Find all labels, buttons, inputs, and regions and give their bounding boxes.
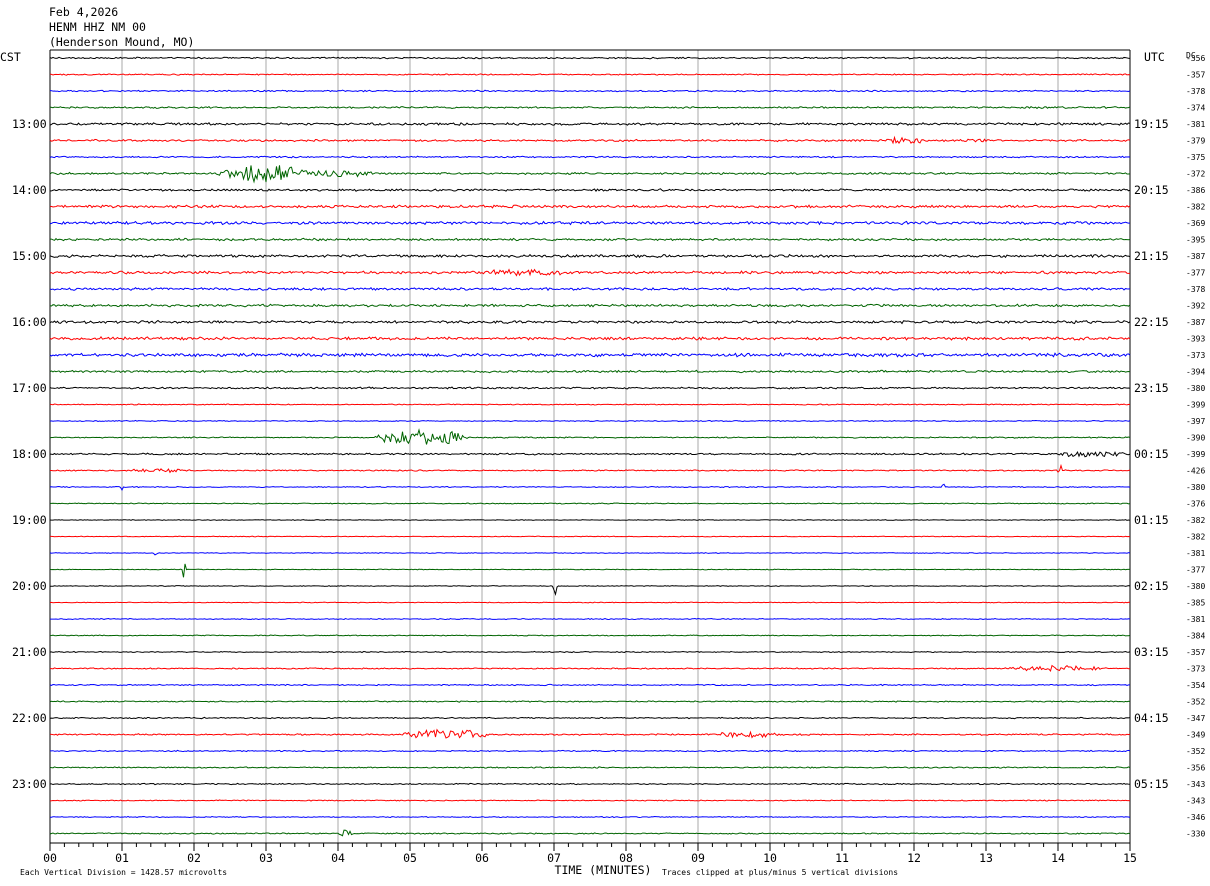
left-zone-label: CST (0, 50, 21, 64)
x-tick-label-14: 14 (1051, 851, 1065, 865)
cst-label-9: 22:00 (12, 711, 47, 725)
dc-offset-35: -384 (1186, 632, 1205, 641)
cst-label-6: 19:00 (12, 513, 47, 527)
dc-offset-20: -380 (1186, 384, 1205, 393)
trace-28 (49, 519, 1131, 521)
dc-offset-38: -354 (1186, 681, 1205, 690)
x-tick-label-11: 11 (835, 851, 849, 865)
cst-label-10: 23:00 (12, 777, 47, 791)
dc-offset-21: -399 (1186, 401, 1205, 410)
cst-label-7: 20:00 (12, 579, 47, 593)
dc-offset-46: -346 (1186, 813, 1205, 822)
utc-label-1: 20:15 (1134, 183, 1169, 197)
cst-label-0: 13:00 (12, 117, 47, 131)
dc-offset-2: -378 (1186, 87, 1205, 96)
header-date: Feb 4,2026 (49, 5, 118, 19)
cst-label-1: 14:00 (12, 183, 47, 197)
right-zone-label: UTC (1144, 50, 1165, 64)
dc-offset-26: -380 (1186, 483, 1205, 492)
dc-offset-40: -347 (1186, 714, 1205, 723)
dc-offset-25: -426 (1186, 467, 1205, 476)
utc-label-9: 04:15 (1134, 711, 1169, 725)
dc-offset-28: -382 (1186, 516, 1205, 525)
cst-label-8: 21:00 (12, 645, 47, 659)
dc-offset-24: -399 (1186, 450, 1205, 459)
dc-offset-41: -349 (1186, 731, 1205, 740)
utc-label-10: 05:15 (1134, 777, 1169, 791)
dc-offset-34: -381 (1186, 615, 1205, 624)
cst-label-2: 15:00 (12, 249, 47, 263)
dc-offset-0: -356 (1186, 54, 1205, 63)
x-tick-label-02: 02 (187, 851, 201, 865)
x-tick-label-15: 15 (1123, 851, 1137, 865)
x-tick-label-06: 06 (475, 851, 489, 865)
dc-offset-27: -376 (1186, 500, 1205, 509)
x-tick-label-05: 05 (403, 851, 417, 865)
dc-offset-23: -390 (1186, 434, 1205, 443)
header-station: HENM HHZ NM 00 (49, 20, 146, 34)
dc-offset-30: -381 (1186, 549, 1205, 558)
trace-29 (49, 535, 1131, 538)
dc-offset-19: -394 (1186, 368, 1205, 377)
dc-offset-37: -373 (1186, 665, 1205, 674)
x-tick-label-12: 12 (907, 851, 921, 865)
footer-clip-note: Traces clipped at plus/minus 5 vertical … (662, 868, 898, 877)
dc-offset-43: -356 (1186, 764, 1205, 773)
dc-offset-45: -343 (1186, 797, 1205, 806)
chart-background (0, 0, 1210, 886)
dc-offset-22: -397 (1186, 417, 1205, 426)
dc-offset-9: -382 (1186, 203, 1205, 212)
utc-label-4: 23:15 (1134, 381, 1169, 395)
dc-offset-32: -380 (1186, 582, 1205, 591)
x-tick-label-10: 10 (763, 851, 777, 865)
cst-label-3: 16:00 (12, 315, 47, 329)
dc-offset-8: -386 (1186, 186, 1205, 195)
x-tick-label-01: 01 (115, 851, 129, 865)
dc-offset-31: -377 (1186, 566, 1205, 575)
x-axis-title: TIME (MINUTES) (555, 863, 652, 877)
dc-offset-6: -375 (1186, 153, 1205, 162)
utc-label-7: 02:15 (1134, 579, 1169, 593)
dc-offset-17: -393 (1186, 335, 1205, 344)
utc-label-8: 03:15 (1134, 645, 1169, 659)
header-location: (Henderson Mound, MO) (49, 35, 194, 49)
x-tick-label-03: 03 (259, 851, 273, 865)
dc-offset-7: -372 (1186, 170, 1205, 179)
utc-label-5: 00:15 (1134, 447, 1169, 461)
cst-label-5: 18:00 (12, 447, 47, 461)
dc-offset-13: -377 (1186, 269, 1205, 278)
dc-offset-5: -379 (1186, 137, 1205, 146)
dc-offset-11: -395 (1186, 236, 1205, 245)
dc-offset-18: -373 (1186, 351, 1205, 360)
helicorder-chart: Feb 4,2026 HENM HHZ NM 00 (Henderson Mou… (0, 0, 1210, 886)
dc-offset-39: -352 (1186, 698, 1205, 707)
dc-offset-15: -392 (1186, 302, 1205, 311)
dc-offset-29: -382 (1186, 533, 1205, 542)
dc-offset-1: -357 (1186, 71, 1205, 80)
utc-label-0: 19:15 (1134, 117, 1169, 131)
dc-offset-44: -343 (1186, 780, 1205, 789)
dc-offset-42: -352 (1186, 747, 1205, 756)
footer-scale-note: Each Vertical Division = 1428.57 microvo… (20, 868, 227, 877)
cst-label-4: 17:00 (12, 381, 47, 395)
dc-offset-16: -387 (1186, 318, 1205, 327)
dc-offset-12: -387 (1186, 252, 1205, 261)
dc-offset-33: -385 (1186, 599, 1205, 608)
dc-offset-47: -330 (1186, 830, 1205, 839)
dc-offset-36: -357 (1186, 648, 1205, 657)
dc-offset-14: -378 (1186, 285, 1205, 294)
x-tick-label-04: 04 (331, 851, 345, 865)
x-tick-label-09: 09 (691, 851, 705, 865)
utc-label-6: 01:15 (1134, 513, 1169, 527)
utc-label-2: 21:15 (1134, 249, 1169, 263)
dc-offset-10: -369 (1186, 219, 1205, 228)
dc-offset-3: -374 (1186, 104, 1205, 113)
x-tick-label-00: 00 (43, 851, 57, 865)
utc-label-3: 22:15 (1134, 315, 1169, 329)
x-tick-label-13: 13 (979, 851, 993, 865)
dc-offset-4: -381 (1186, 120, 1205, 129)
trace-45 (49, 799, 1131, 802)
